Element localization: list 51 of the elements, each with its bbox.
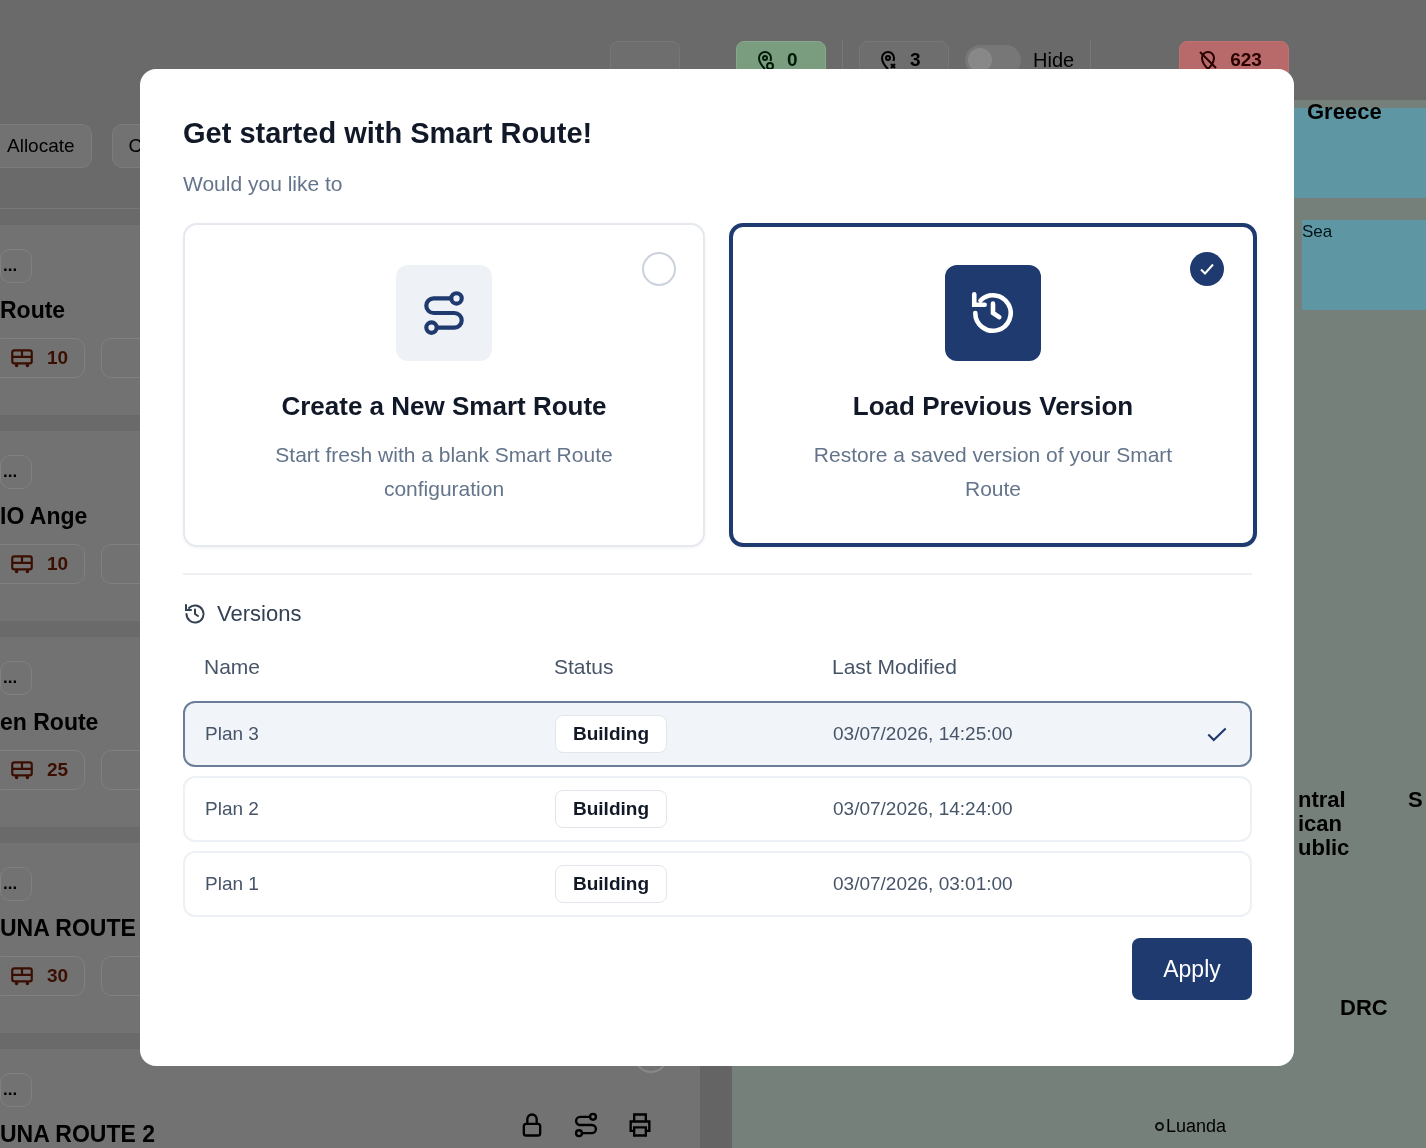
radio-icon xyxy=(641,251,677,287)
dialog-subtitle: Would you like to xyxy=(183,171,344,197)
option-card[interactable]: Create a New Smart Route Start fresh with a blank Smart Route configuration xyxy=(183,223,705,547)
option-title: Create a New Smart Route xyxy=(281,391,607,422)
route-tag: ... xyxy=(0,455,33,489)
status-badge: Building xyxy=(555,715,667,753)
version-row[interactable]: Plan 2 Building 03/07/2026, 14:24:00 xyxy=(183,776,1252,842)
modified-date: 03/07/2026, 14:24:00 xyxy=(833,798,1014,820)
version-name: Plan 1 xyxy=(205,873,260,895)
history-icon xyxy=(183,602,207,626)
route-tag: ... xyxy=(0,249,33,283)
country-label: ntral ican ublic xyxy=(1298,788,1350,860)
country-label: DRC xyxy=(1340,996,1388,1020)
modified-date: 03/07/2026, 14:25:00 xyxy=(833,723,1014,745)
dialog-title: Get started with Smart Route! xyxy=(183,116,594,151)
option-description: Restore a saved version of your Smart Route xyxy=(812,442,1174,502)
route-tag: ... xyxy=(0,661,33,695)
column-header: Name xyxy=(204,655,262,679)
column-header: Last Modified xyxy=(832,655,958,679)
route-name: UNA ROUTE 2 xyxy=(0,1121,156,1148)
status-badge: Building xyxy=(555,790,667,828)
route-name: en Route xyxy=(0,709,99,736)
version-name: Plan 3 xyxy=(205,723,260,745)
option-card[interactable]: Load Previous Version Restore a saved version of your Smart Route xyxy=(729,223,1257,547)
vehicle-count-chip: 10 xyxy=(0,338,86,378)
sea-label: Sea xyxy=(1302,220,1426,310)
sidebar-button[interactable]: Allocate xyxy=(0,124,92,168)
checked-radio-icon xyxy=(1189,251,1225,287)
route-tag: ... xyxy=(0,1073,33,1107)
vehicle-count-chip: 30 xyxy=(0,956,86,996)
version-name: Plan 2 xyxy=(205,798,260,820)
hide-label: Hide xyxy=(1033,48,1075,72)
city-label: Luanda xyxy=(1155,1114,1227,1138)
route-icon[interactable] xyxy=(572,1111,600,1139)
option-description: Start fresh with a blank Smart Route configuration xyxy=(274,442,614,502)
route-tag: ... xyxy=(0,867,33,901)
country-label: Greece xyxy=(1307,100,1382,124)
version-row[interactable]: Plan 1 Building 03/07/2026, 03:01:00 xyxy=(183,851,1252,917)
column-header: Status xyxy=(554,655,615,679)
version-row[interactable]: Plan 3 Building 03/07/2026, 14:25:00 xyxy=(183,701,1252,767)
versions-heading: Versions xyxy=(217,601,302,627)
status-badge: Building xyxy=(555,865,667,903)
option-title: Load Previous Version xyxy=(852,391,1134,422)
vehicle-count-chip: 10 xyxy=(0,544,86,584)
route-name: Route xyxy=(0,297,66,324)
apply-button[interactable]: Apply xyxy=(1132,938,1252,1000)
route-name: UNA ROUTE xyxy=(0,915,136,942)
vehicle-count-chip: 25 xyxy=(0,750,86,790)
modified-date: 03/07/2026, 03:01:00 xyxy=(833,873,1014,895)
country-label: S xyxy=(1408,788,1423,812)
route-name: IO Ange xyxy=(0,503,88,530)
